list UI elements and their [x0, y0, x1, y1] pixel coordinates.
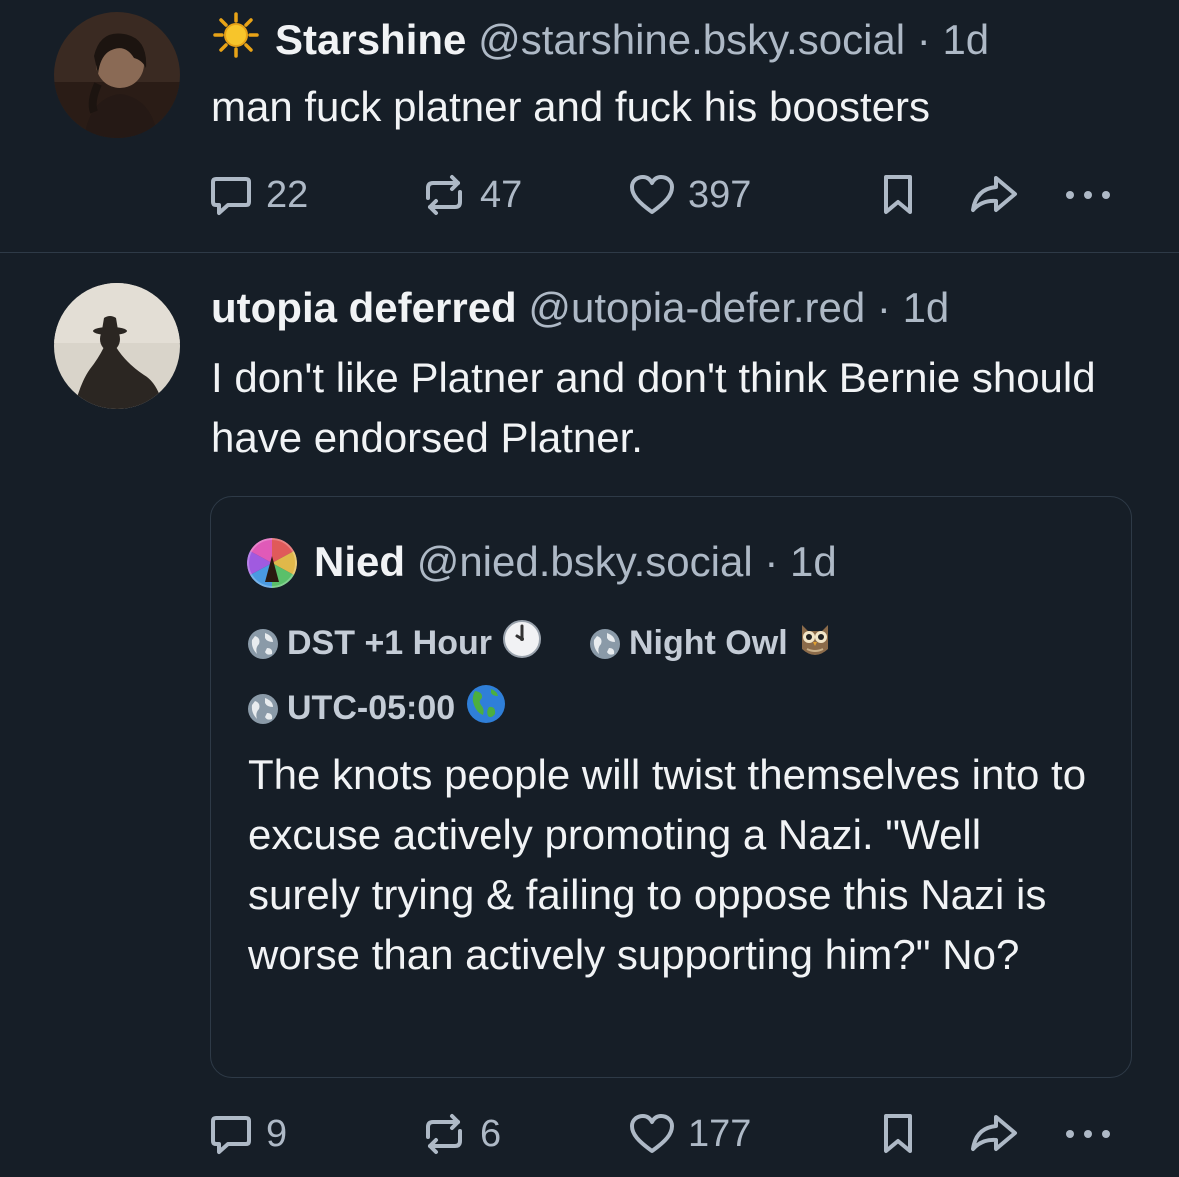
handle[interactable]: @utopia-defer.red	[528, 284, 865, 331]
repost-count: 6	[480, 1112, 502, 1155]
globe-icon	[247, 693, 279, 725]
bookmark-button[interactable]	[878, 1109, 918, 1159]
quoted-post-header: Nied @nied.bsky.social · 1d	[314, 535, 837, 589]
handle[interactable]: @starshine.bsky.social	[478, 16, 905, 63]
timestamp[interactable]: 1d	[903, 284, 950, 331]
like-button[interactable]: 177	[628, 1109, 751, 1159]
heart-icon	[628, 172, 676, 218]
display-name[interactable]: utopia deferred	[211, 284, 517, 331]
timestamp[interactable]: 1d	[942, 16, 989, 63]
more-options-button[interactable]	[1060, 170, 1116, 220]
quoted-handle[interactable]: @nied.bsky.social	[417, 538, 753, 585]
reply-count: 9	[266, 1112, 288, 1155]
post-utopia-deferred[interactable]: utopia deferred @utopia-defer.red · 1d I…	[0, 253, 1179, 1177]
badge-dst: DST +1 Hour	[247, 619, 542, 668]
bookmark-button[interactable]	[878, 170, 918, 220]
like-count: 397	[688, 173, 752, 216]
repost-button[interactable]: 47	[420, 170, 522, 220]
avatar[interactable]	[54, 12, 180, 138]
post-starshine[interactable]: Starshine @starshine.bsky.social · 1d ma…	[0, 0, 1179, 253]
share-button[interactable]	[968, 170, 1020, 220]
globe-icon	[247, 628, 279, 660]
reply-icon	[208, 1111, 254, 1157]
avatar[interactable]	[54, 283, 180, 409]
separator-dot: ·	[916, 16, 931, 63]
sun-icon	[211, 12, 261, 58]
badge-utc: UTC-05:00	[247, 683, 507, 734]
more-options-icon	[1060, 172, 1116, 218]
quoted-avatar[interactable]	[247, 538, 297, 588]
post-actions: 22 47 397	[208, 170, 1128, 220]
quoted-post[interactable]: Nied @nied.bsky.social · 1d DST +1 Hour …	[210, 496, 1132, 1078]
like-button[interactable]: 397	[628, 170, 751, 220]
separator-dot: ·	[764, 538, 779, 585]
quoted-timestamp[interactable]: 1d	[790, 538, 837, 585]
share-icon	[968, 172, 1020, 218]
post-text: man fuck platner and fuck his boosters	[211, 83, 931, 130]
quoted-post-text: The knots people will twist themselves i…	[248, 751, 1087, 978]
post-feed: Starshine @starshine.bsky.social · 1d ma…	[0, 0, 1179, 1177]
globe-icon	[589, 628, 621, 660]
more-options-icon	[1060, 1111, 1116, 1157]
badge-label: Night Owl	[629, 624, 788, 662]
more-options-button[interactable]	[1060, 1109, 1116, 1159]
post-text: I don't like Platner and don't think Ber…	[211, 354, 1096, 461]
separator-dot: ·	[876, 284, 891, 331]
earth-icon	[465, 683, 507, 734]
repost-button[interactable]: 6	[420, 1109, 501, 1159]
bookmark-icon	[878, 1111, 918, 1157]
badge-night-owl: Night Owl	[589, 619, 832, 668]
heart-icon	[628, 1111, 676, 1157]
reply-button[interactable]: 22	[208, 170, 308, 220]
display-name[interactable]: Starshine	[275, 16, 466, 63]
repost-icon	[420, 172, 468, 218]
clock-icon	[502, 619, 542, 668]
repost-count: 47	[480, 173, 523, 216]
badge-label: DST +1 Hour	[287, 624, 492, 662]
share-button[interactable]	[968, 1109, 1020, 1159]
post-actions: 9 6 177	[208, 1109, 1128, 1159]
repost-icon	[420, 1111, 468, 1157]
reply-icon	[208, 172, 254, 218]
share-icon	[968, 1111, 1020, 1157]
badge-label: UTC-05:00	[287, 689, 456, 727]
owl-icon	[798, 619, 832, 668]
like-count: 177	[688, 1112, 752, 1155]
bookmark-icon	[878, 172, 918, 218]
reply-count: 22	[266, 173, 309, 216]
quoted-display-name[interactable]: Nied	[314, 538, 405, 585]
post-header: utopia deferred @utopia-defer.red · 1d	[211, 283, 949, 333]
reply-button[interactable]: 9	[208, 1109, 287, 1159]
post-header: Starshine @starshine.bsky.social · 1d	[211, 12, 989, 65]
